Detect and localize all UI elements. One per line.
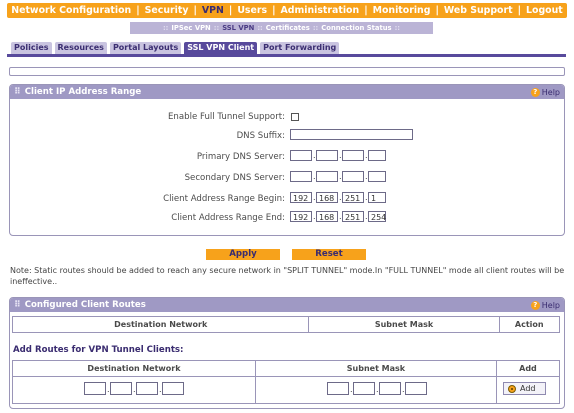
dns-suffix-label: DNS Suffix: <box>236 131 285 141</box>
mask-octet-4[interactable] <box>405 382 427 395</box>
col-destination-network: Destination Network <box>12 360 256 377</box>
sub-navigation: :: IPSec VPN :: SSL VPN :: Certificates … <box>130 22 433 34</box>
subnav-certificates[interactable]: Certificates <box>266 24 310 32</box>
mask-octet-1[interactable] <box>327 382 349 395</box>
help-label: Help <box>541 87 560 97</box>
subnav-separator: :: <box>213 24 220 32</box>
col-action: Action <box>498 316 561 333</box>
tab-port-forwarding[interactable]: Port Forwarding <box>260 42 340 54</box>
subnav-separator: :: <box>312 24 319 32</box>
add-routes-title: Add Routes for VPN Tunnel Clients: <box>13 345 184 355</box>
range-end-octet-2[interactable]: 168 <box>316 211 338 222</box>
tab-resources[interactable]: Resources <box>54 42 107 54</box>
tab-underline <box>7 54 566 57</box>
tab-bar: Policies Resources Portal Layouts SSL VP… <box>11 42 340 54</box>
col-subnet-mask: Subnet Mask <box>308 316 500 333</box>
nav-separator: | <box>517 5 522 16</box>
dest-octet-4[interactable] <box>162 382 184 395</box>
tab-ssl-vpn-client[interactable]: SSL VPN Client <box>184 42 258 54</box>
reset-button[interactable]: Reset <box>292 249 366 260</box>
nav-separator: | <box>435 5 439 16</box>
message-bar <box>9 67 565 76</box>
range-begin-octet-1[interactable]: 192 <box>290 192 312 203</box>
range-begin-octet-4[interactable]: 1 <box>368 192 386 203</box>
range-end-octet-4[interactable]: 254 <box>368 211 386 222</box>
mask-octet-2[interactable] <box>353 382 375 395</box>
secondary-dns-octet-3[interactable] <box>342 171 364 182</box>
col-add: Add <box>495 360 561 377</box>
nav-separator: | <box>567 5 572 16</box>
range-begin-octet-2[interactable]: 168 <box>316 192 338 203</box>
range-end-octet-1[interactable]: 192 <box>290 211 312 222</box>
full-tunnel-checkbox[interactable] <box>291 113 299 121</box>
grip-icon: ⠿ <box>14 300 21 310</box>
range-end-octet-3[interactable]: 251 <box>342 211 364 222</box>
nav-security[interactable]: Security <box>145 5 189 16</box>
subnav-separator: :: <box>257 24 263 32</box>
add-icon <box>508 384 516 393</box>
secondary-dns-octet-2[interactable] <box>316 171 338 182</box>
nav-logout[interactable]: Logout <box>526 5 563 16</box>
add-route-button[interactable]: Add <box>503 382 546 395</box>
nav-vpn[interactable]: VPN <box>202 5 224 16</box>
dest-octet-3[interactable] <box>136 382 158 395</box>
help-label: Help <box>541 300 560 310</box>
apply-button[interactable]: Apply <box>206 249 280 260</box>
section-header: ⠿ Configured Client Routes ? Help <box>10 298 564 312</box>
mask-octet-3[interactable] <box>379 382 401 395</box>
dest-octet-2[interactable] <box>110 382 132 395</box>
range-begin-octet-3[interactable]: 251 <box>342 192 364 203</box>
nav-users[interactable]: Users <box>237 5 267 16</box>
nav-web-support[interactable]: Web Support <box>444 5 513 16</box>
nav-monitoring[interactable]: Monitoring <box>373 5 431 16</box>
tab-portal-layouts[interactable]: Portal Layouts <box>109 42 182 54</box>
section-title: Client IP Address Range <box>24 87 142 97</box>
subnav-ipsec-vpn[interactable]: IPSec VPN <box>171 24 210 32</box>
help-icon: ? <box>530 87 540 97</box>
nav-network-configuration[interactable]: Network Configuration <box>11 5 131 16</box>
nav-administration[interactable]: Administration <box>281 5 360 16</box>
col-subnet-mask: Subnet Mask <box>254 360 497 377</box>
help-link[interactable]: ? Help <box>530 300 560 310</box>
primary-dns-label: Primary DNS Server: <box>196 152 285 162</box>
top-navigation: | Network Configuration | Security | VPN… <box>3 3 571 18</box>
add-route-label: Add <box>520 384 536 393</box>
primary-dns-octet-3[interactable] <box>342 150 364 161</box>
configured-routes-table: Destination Network Subnet Mask Action <box>11 316 561 333</box>
nav-separator: | <box>136 5 140 16</box>
range-begin-label: Client Address Range Begin: <box>163 194 285 204</box>
dest-octet-1[interactable] <box>84 382 106 395</box>
subnav-connection-status[interactable]: Connection Status <box>321 24 391 32</box>
help-link[interactable]: ? Help <box>530 87 560 97</box>
nav-separator: | <box>2 5 7 16</box>
secondary-dns-octet-1[interactable] <box>290 171 312 182</box>
range-end-label: Client Address Range End: <box>171 213 285 223</box>
help-icon: ? <box>530 300 540 310</box>
primary-dns-octet-4[interactable] <box>368 150 386 161</box>
secondary-dns-label: Secondary DNS Server: <box>184 173 285 183</box>
table-header-row: Destination Network Subnet Mask Add <box>12 360 561 377</box>
section-header: ⠿ Client IP Address Range ? Help <box>10 85 564 99</box>
table-header-row: Destination Network Subnet Mask Action <box>11 316 561 333</box>
tab-policies[interactable]: Policies <box>11 42 52 54</box>
secondary-dns-octet-4[interactable] <box>368 171 386 182</box>
client-ip-range-section: ⠿ Client IP Address Range ? Help <box>9 84 565 236</box>
nav-separator: | <box>272 5 276 16</box>
dns-suffix-input[interactable] <box>290 129 413 140</box>
primary-dns-octet-1[interactable] <box>290 150 312 161</box>
grip-icon: ⠿ <box>14 87 21 97</box>
col-destination-network: Destination Network <box>11 316 310 333</box>
nav-separator: | <box>228 5 233 16</box>
section-title: Configured Client Routes <box>24 300 146 310</box>
nav-separator: | <box>193 5 197 16</box>
full-tunnel-label: Enable Full Tunnel Support: <box>168 112 285 122</box>
subnav-separator: :: <box>394 24 401 32</box>
primary-dns-octet-2[interactable] <box>316 150 338 161</box>
static-routes-note: Note: Static routes should be added to r… <box>10 266 565 286</box>
subnav-separator: :: <box>162 24 169 32</box>
subnav-ssl-vpn[interactable]: SSL VPN <box>222 24 254 32</box>
nav-separator: | <box>364 5 368 16</box>
